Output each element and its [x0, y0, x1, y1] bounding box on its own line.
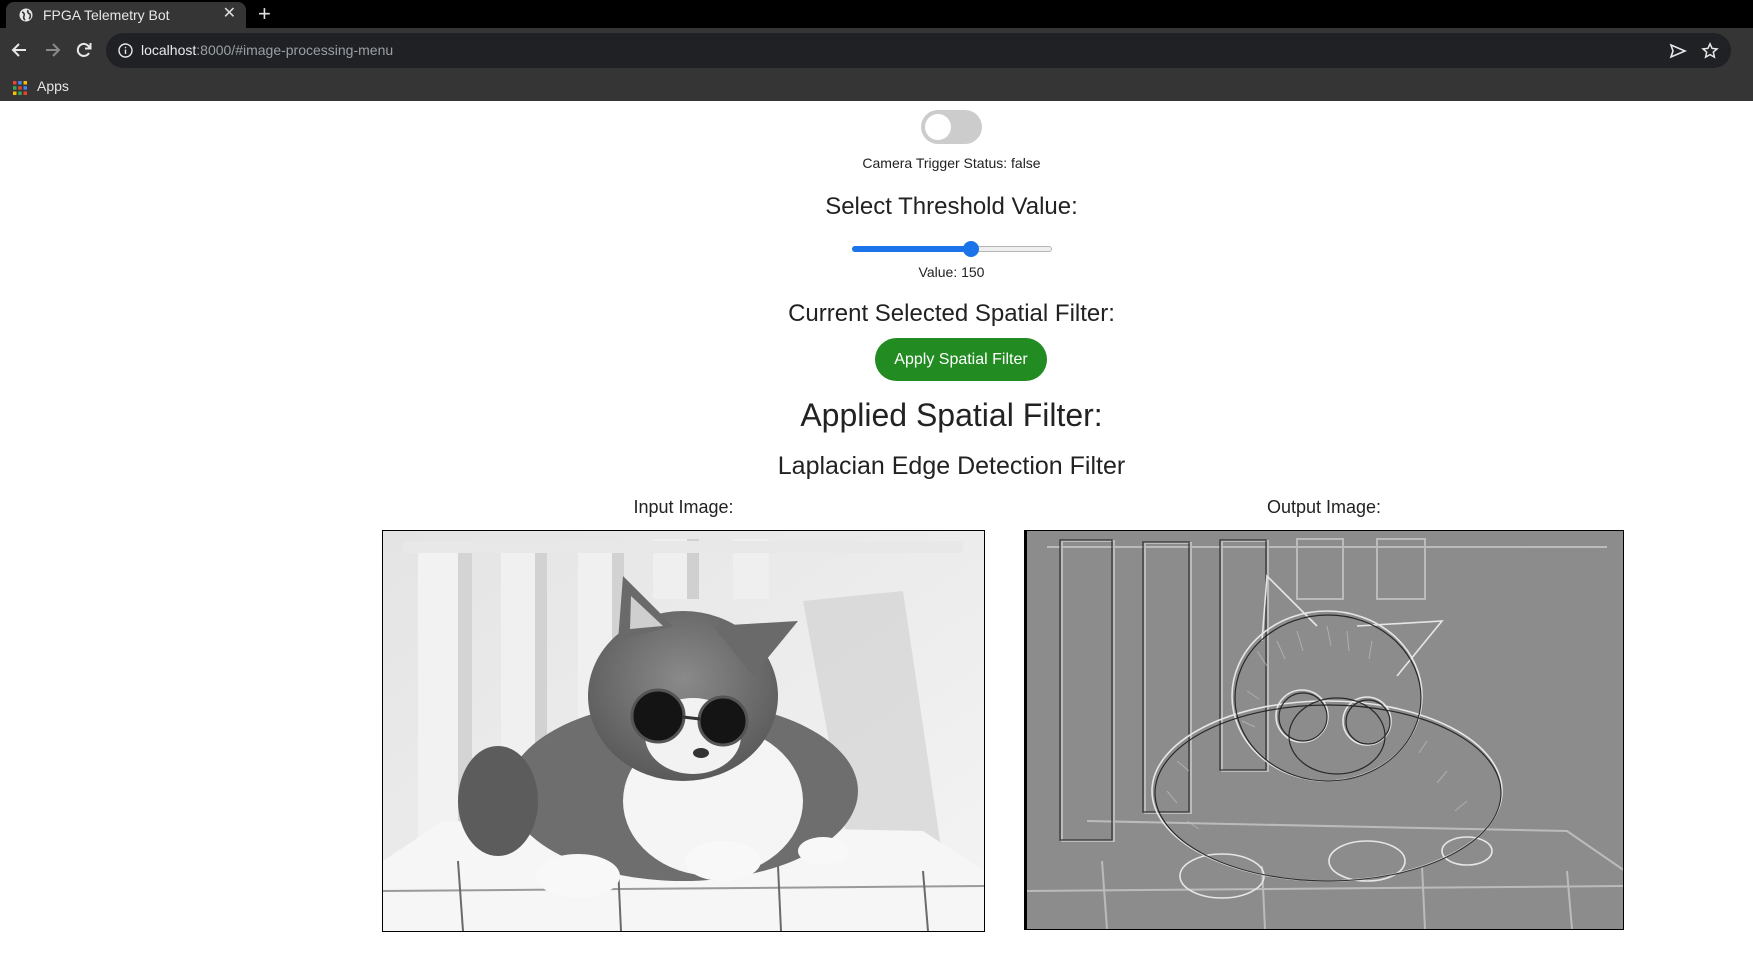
browser-toolbar: localhost:8000/#image-processing-menu [0, 28, 1753, 73]
applied-filter-name: Laplacian Edge Detection Filter [777, 452, 1126, 480]
new-tab-icon[interactable]: + [258, 2, 271, 26]
globe-icon [19, 8, 33, 22]
threshold-value: Value: 150 [918, 264, 985, 280]
page-content: Camera Trigger Status: false Select Thre… [0, 101, 1753, 955]
apps-bookmark[interactable]: Apps [37, 78, 69, 94]
star-icon[interactable] [1701, 42, 1719, 60]
slider-fill [852, 246, 971, 252]
url-host: localhost [141, 42, 197, 58]
bookmarks-bar: Apps [0, 73, 1753, 101]
browser-tab[interactable]: FPGA Telemetry Bot ✕ [6, 2, 246, 28]
url-path: :8000/#image-processing-menu [196, 42, 394, 58]
apply-spatial-filter-button[interactable]: Apply Spatial Filter [875, 338, 1047, 381]
slider-thumb[interactable] [963, 241, 979, 257]
send-icon[interactable] [1669, 42, 1687, 60]
apps-grid-icon[interactable] [13, 81, 27, 95]
reload-icon[interactable] [74, 40, 94, 60]
threshold-heading: Select Threshold Value: [825, 193, 1078, 220]
browser-tab-bar: FPGA Telemetry Bot ✕ + [0, 0, 1753, 28]
output-image [1024, 530, 1624, 930]
output-image-label: Output Image: [1266, 497, 1382, 517]
url-text[interactable]: localhost:8000/#image-processing-menu [141, 42, 393, 58]
close-tab-icon[interactable]: ✕ [223, 5, 236, 23]
applied-filter-heading: Applied Spatial Filter: [800, 397, 1103, 433]
input-image [382, 530, 985, 932]
address-bar[interactable]: localhost:8000/#image-processing-menu [106, 33, 1731, 68]
input-image-label: Input Image: [633, 497, 734, 517]
back-arrow-icon[interactable] [10, 40, 30, 60]
camera-trigger-toggle[interactable] [921, 110, 982, 144]
toggle-knob [925, 114, 951, 140]
forward-arrow-icon[interactable] [42, 40, 62, 60]
current-filter-heading: Current Selected Spatial Filter: [788, 300, 1115, 327]
camera-trigger-status: Camera Trigger Status: false [862, 155, 1041, 171]
info-icon[interactable] [118, 43, 133, 58]
tab-title: FPGA Telemetry Bot [43, 7, 170, 23]
threshold-slider[interactable] [852, 241, 1052, 257]
